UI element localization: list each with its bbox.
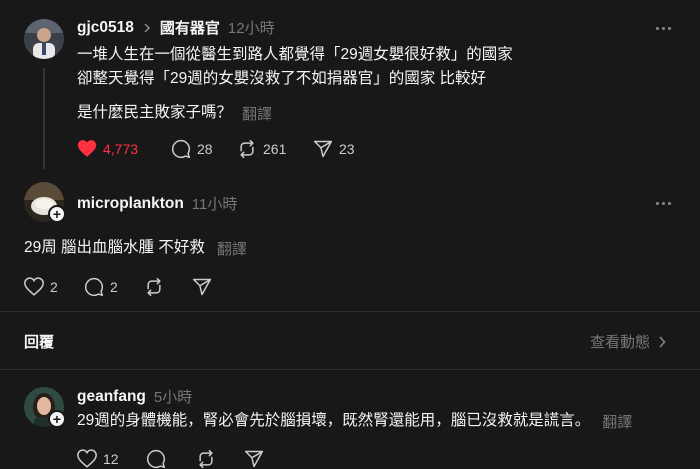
share-icon (244, 450, 264, 468)
share-button[interactable] (192, 277, 212, 297)
translate-link[interactable]: 翻譯 (602, 411, 632, 432)
like-count: 4,773 (103, 140, 139, 157)
view-activity-link[interactable]: 查看動態 (590, 331, 666, 352)
chevron-right-icon (144, 22, 150, 33)
repost-icon (199, 449, 213, 469)
divider (0, 311, 700, 312)
post-text-line-2: 卻整天覺得「29週的女嬰沒救了不如捐器官」的國家 比較好 (77, 70, 487, 87)
reply-button[interactable]: 28 (171, 139, 213, 159)
post-text: 29周 腦出血腦水腫 不好救 (24, 239, 205, 256)
more-icon[interactable] (656, 27, 671, 30)
like-count: 12 (103, 450, 119, 467)
share-icon (192, 278, 212, 296)
view-activity-label: 查看動態 (590, 334, 651, 351)
post-text: 29週的身體機能，腎必會先於腦損壞，既然腎還能用，腦已沒救就是謊言。 (77, 412, 591, 429)
username[interactable]: gjc0518 (77, 19, 134, 37)
like-button[interactable]: 2 (24, 277, 58, 296)
chevron-right-icon (659, 335, 666, 348)
reply-count: 2 (110, 279, 118, 295)
like-button[interactable]: 4,773 (77, 139, 138, 158)
post-text-question: 是什麼民主敗家子嗎？ (77, 104, 233, 121)
repost-icon (147, 277, 161, 297)
reply-count: 28 (197, 141, 213, 157)
avatar-image (24, 19, 64, 59)
avatar-gjc0518[interactable] (24, 19, 64, 59)
reply-button[interactable]: 2 (84, 277, 118, 297)
share-button[interactable]: 23 (313, 139, 355, 159)
divider (0, 369, 700, 370)
post-text-line-1: 一堆人生在一個從醫生到路人都覺得「29週女嬰很好救」的國家 (77, 46, 513, 63)
heart-icon (77, 140, 97, 157)
timestamp[interactable]: 11小時 (192, 193, 238, 214)
comment-icon (146, 449, 166, 469)
repost-button[interactable] (144, 277, 164, 297)
heart-icon (77, 449, 97, 468)
replies-label: 回覆 (24, 334, 55, 351)
more-icon[interactable] (656, 202, 671, 205)
username[interactable]: microplankton (77, 195, 184, 213)
topic-tag[interactable]: 國有器官 (160, 17, 220, 38)
translate-link[interactable]: 翻譯 (217, 238, 247, 259)
plus-icon[interactable]: + (48, 205, 66, 223)
share-icon (313, 140, 333, 158)
translate-link[interactable]: 翻譯 (242, 103, 272, 124)
repost-count: 261 (263, 141, 287, 157)
share-button[interactable] (244, 449, 264, 469)
repost-button[interactable] (196, 449, 216, 469)
comment-icon (84, 277, 104, 297)
share-count: 23 (339, 141, 355, 157)
comment-icon (171, 139, 191, 159)
heart-icon (24, 277, 44, 296)
thread-line (43, 68, 45, 169)
reply-button[interactable] (146, 449, 166, 469)
plus-icon[interactable]: + (48, 410, 66, 428)
timestamp[interactable]: 12小時 (228, 17, 275, 38)
timestamp[interactable]: 5小時 (154, 386, 192, 407)
like-count: 2 (50, 278, 58, 295)
repost-icon (240, 139, 254, 159)
username[interactable]: geanfang (77, 388, 146, 406)
like-button[interactable]: 12 (77, 449, 119, 468)
repost-button[interactable]: 261 (237, 139, 286, 159)
